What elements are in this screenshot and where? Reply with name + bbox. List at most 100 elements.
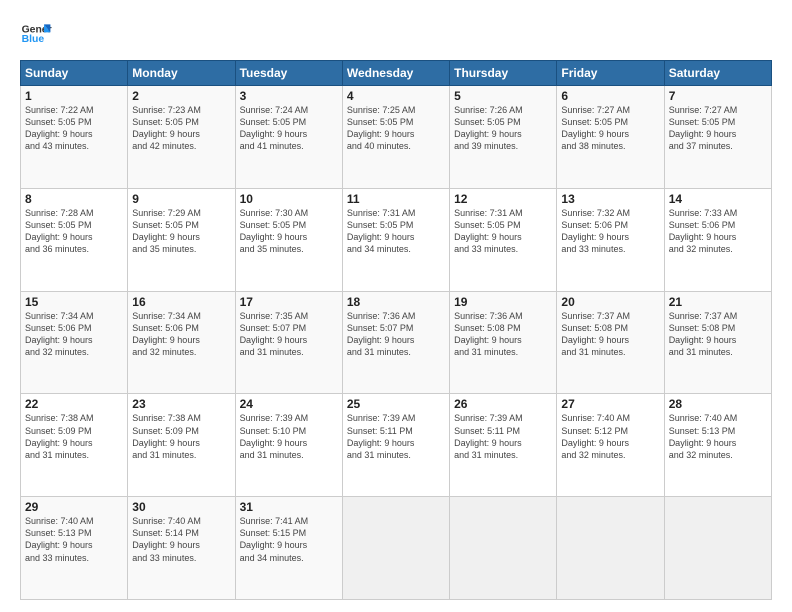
day-number: 2 — [132, 89, 230, 103]
day-info: Sunrise: 7:25 AM Sunset: 5:05 PM Dayligh… — [347, 104, 445, 153]
day-info: Sunrise: 7:31 AM Sunset: 5:05 PM Dayligh… — [347, 207, 445, 256]
calendar-cell: 11Sunrise: 7:31 AM Sunset: 5:05 PM Dayli… — [342, 188, 449, 291]
calendar-cell: 6Sunrise: 7:27 AM Sunset: 5:05 PM Daylig… — [557, 86, 664, 189]
day-number: 13 — [561, 192, 659, 206]
day-number: 28 — [669, 397, 767, 411]
day-number: 26 — [454, 397, 552, 411]
weekday-header-thursday: Thursday — [450, 61, 557, 86]
weekday-header-sunday: Sunday — [21, 61, 128, 86]
day-number: 17 — [240, 295, 338, 309]
weekday-header-monday: Monday — [128, 61, 235, 86]
calendar-cell: 4Sunrise: 7:25 AM Sunset: 5:05 PM Daylig… — [342, 86, 449, 189]
calendar-cell: 25Sunrise: 7:39 AM Sunset: 5:11 PM Dayli… — [342, 394, 449, 497]
day-info: Sunrise: 7:38 AM Sunset: 5:09 PM Dayligh… — [25, 412, 123, 461]
day-info: Sunrise: 7:36 AM Sunset: 5:07 PM Dayligh… — [347, 310, 445, 359]
calendar-cell — [342, 497, 449, 600]
day-number: 30 — [132, 500, 230, 514]
calendar-cell — [557, 497, 664, 600]
day-info: Sunrise: 7:22 AM Sunset: 5:05 PM Dayligh… — [25, 104, 123, 153]
day-info: Sunrise: 7:30 AM Sunset: 5:05 PM Dayligh… — [240, 207, 338, 256]
calendar-cell: 31Sunrise: 7:41 AM Sunset: 5:15 PM Dayli… — [235, 497, 342, 600]
day-info: Sunrise: 7:34 AM Sunset: 5:06 PM Dayligh… — [132, 310, 230, 359]
calendar-cell: 24Sunrise: 7:39 AM Sunset: 5:10 PM Dayli… — [235, 394, 342, 497]
calendar-cell: 26Sunrise: 7:39 AM Sunset: 5:11 PM Dayli… — [450, 394, 557, 497]
calendar-cell — [450, 497, 557, 600]
calendar-cell: 30Sunrise: 7:40 AM Sunset: 5:14 PM Dayli… — [128, 497, 235, 600]
calendar-cell: 1Sunrise: 7:22 AM Sunset: 5:05 PM Daylig… — [21, 86, 128, 189]
day-info: Sunrise: 7:24 AM Sunset: 5:05 PM Dayligh… — [240, 104, 338, 153]
weekday-header-wednesday: Wednesday — [342, 61, 449, 86]
day-number: 23 — [132, 397, 230, 411]
day-info: Sunrise: 7:40 AM Sunset: 5:13 PM Dayligh… — [669, 412, 767, 461]
day-number: 14 — [669, 192, 767, 206]
day-number: 9 — [132, 192, 230, 206]
calendar-cell: 5Sunrise: 7:26 AM Sunset: 5:05 PM Daylig… — [450, 86, 557, 189]
logo: General Blue — [20, 18, 52, 50]
day-info: Sunrise: 7:34 AM Sunset: 5:06 PM Dayligh… — [25, 310, 123, 359]
day-number: 5 — [454, 89, 552, 103]
calendar-cell: 28Sunrise: 7:40 AM Sunset: 5:13 PM Dayli… — [664, 394, 771, 497]
day-number: 29 — [25, 500, 123, 514]
calendar-cell — [664, 497, 771, 600]
day-number: 4 — [347, 89, 445, 103]
day-info: Sunrise: 7:31 AM Sunset: 5:05 PM Dayligh… — [454, 207, 552, 256]
day-info: Sunrise: 7:39 AM Sunset: 5:11 PM Dayligh… — [347, 412, 445, 461]
day-info: Sunrise: 7:23 AM Sunset: 5:05 PM Dayligh… — [132, 104, 230, 153]
day-number: 20 — [561, 295, 659, 309]
day-number: 1 — [25, 89, 123, 103]
svg-text:Blue: Blue — [22, 34, 45, 45]
calendar-cell: 13Sunrise: 7:32 AM Sunset: 5:06 PM Dayli… — [557, 188, 664, 291]
calendar-cell: 14Sunrise: 7:33 AM Sunset: 5:06 PM Dayli… — [664, 188, 771, 291]
day-info: Sunrise: 7:37 AM Sunset: 5:08 PM Dayligh… — [561, 310, 659, 359]
day-number: 7 — [669, 89, 767, 103]
logo-icon: General Blue — [20, 18, 52, 50]
day-number: 25 — [347, 397, 445, 411]
calendar-cell: 7Sunrise: 7:27 AM Sunset: 5:05 PM Daylig… — [664, 86, 771, 189]
day-info: Sunrise: 7:40 AM Sunset: 5:13 PM Dayligh… — [25, 515, 123, 564]
day-info: Sunrise: 7:38 AM Sunset: 5:09 PM Dayligh… — [132, 412, 230, 461]
calendar-cell: 27Sunrise: 7:40 AM Sunset: 5:12 PM Dayli… — [557, 394, 664, 497]
weekday-header-saturday: Saturday — [664, 61, 771, 86]
day-number: 18 — [347, 295, 445, 309]
day-number: 6 — [561, 89, 659, 103]
calendar-table: SundayMondayTuesdayWednesdayThursdayFrid… — [20, 60, 772, 600]
day-number: 22 — [25, 397, 123, 411]
day-info: Sunrise: 7:39 AM Sunset: 5:11 PM Dayligh… — [454, 412, 552, 461]
day-info: Sunrise: 7:37 AM Sunset: 5:08 PM Dayligh… — [669, 310, 767, 359]
calendar-week-5: 29Sunrise: 7:40 AM Sunset: 5:13 PM Dayli… — [21, 497, 772, 600]
header: General Blue — [20, 18, 772, 50]
calendar-cell: 2Sunrise: 7:23 AM Sunset: 5:05 PM Daylig… — [128, 86, 235, 189]
day-info: Sunrise: 7:29 AM Sunset: 5:05 PM Dayligh… — [132, 207, 230, 256]
calendar-cell: 29Sunrise: 7:40 AM Sunset: 5:13 PM Dayli… — [21, 497, 128, 600]
calendar-cell: 20Sunrise: 7:37 AM Sunset: 5:08 PM Dayli… — [557, 291, 664, 394]
calendar-cell: 22Sunrise: 7:38 AM Sunset: 5:09 PM Dayli… — [21, 394, 128, 497]
day-info: Sunrise: 7:40 AM Sunset: 5:14 PM Dayligh… — [132, 515, 230, 564]
day-info: Sunrise: 7:27 AM Sunset: 5:05 PM Dayligh… — [561, 104, 659, 153]
calendar-cell: 23Sunrise: 7:38 AM Sunset: 5:09 PM Dayli… — [128, 394, 235, 497]
day-number: 31 — [240, 500, 338, 514]
day-info: Sunrise: 7:36 AM Sunset: 5:08 PM Dayligh… — [454, 310, 552, 359]
day-info: Sunrise: 7:41 AM Sunset: 5:15 PM Dayligh… — [240, 515, 338, 564]
calendar-cell: 17Sunrise: 7:35 AM Sunset: 5:07 PM Dayli… — [235, 291, 342, 394]
calendar-cell: 19Sunrise: 7:36 AM Sunset: 5:08 PM Dayli… — [450, 291, 557, 394]
day-info: Sunrise: 7:39 AM Sunset: 5:10 PM Dayligh… — [240, 412, 338, 461]
calendar-week-3: 15Sunrise: 7:34 AM Sunset: 5:06 PM Dayli… — [21, 291, 772, 394]
calendar-header: SundayMondayTuesdayWednesdayThursdayFrid… — [21, 61, 772, 86]
weekday-header-friday: Friday — [557, 61, 664, 86]
calendar-cell: 16Sunrise: 7:34 AM Sunset: 5:06 PM Dayli… — [128, 291, 235, 394]
day-number: 19 — [454, 295, 552, 309]
calendar-cell: 3Sunrise: 7:24 AM Sunset: 5:05 PM Daylig… — [235, 86, 342, 189]
day-info: Sunrise: 7:33 AM Sunset: 5:06 PM Dayligh… — [669, 207, 767, 256]
calendar-week-2: 8Sunrise: 7:28 AM Sunset: 5:05 PM Daylig… — [21, 188, 772, 291]
calendar-cell: 15Sunrise: 7:34 AM Sunset: 5:06 PM Dayli… — [21, 291, 128, 394]
day-number: 3 — [240, 89, 338, 103]
day-number: 12 — [454, 192, 552, 206]
day-number: 8 — [25, 192, 123, 206]
calendar-cell: 21Sunrise: 7:37 AM Sunset: 5:08 PM Dayli… — [664, 291, 771, 394]
calendar-cell: 9Sunrise: 7:29 AM Sunset: 5:05 PM Daylig… — [128, 188, 235, 291]
day-number: 15 — [25, 295, 123, 309]
day-info: Sunrise: 7:40 AM Sunset: 5:12 PM Dayligh… — [561, 412, 659, 461]
calendar-week-1: 1Sunrise: 7:22 AM Sunset: 5:05 PM Daylig… — [21, 86, 772, 189]
day-info: Sunrise: 7:28 AM Sunset: 5:05 PM Dayligh… — [25, 207, 123, 256]
weekday-row: SundayMondayTuesdayWednesdayThursdayFrid… — [21, 61, 772, 86]
